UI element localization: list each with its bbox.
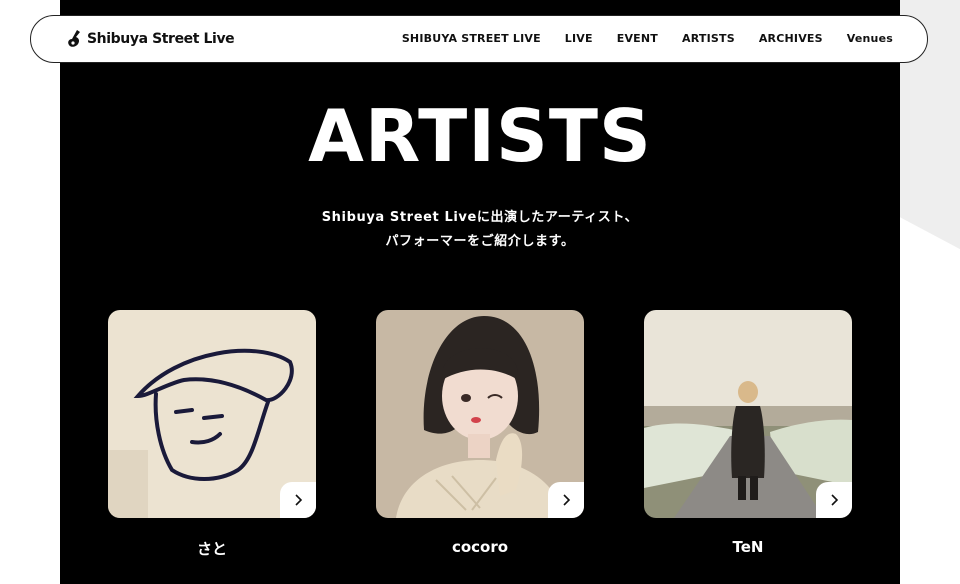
main-content: ARTISTS Shibuya Street Liveに出演したアーティスト、 … xyxy=(60,0,900,584)
artist-card-cocoro[interactable]: cocoro xyxy=(376,310,584,556)
artist-thumbnail[interactable] xyxy=(108,310,316,518)
nav-archives[interactable]: ARCHIVES xyxy=(759,32,823,45)
chevron-right-icon xyxy=(295,494,303,506)
logo-text: Shibuya Street Live xyxy=(87,31,235,47)
intro-line-2: パフォーマーをご紹介します。 xyxy=(385,234,575,249)
open-artist-button[interactable] xyxy=(280,482,316,518)
nav-shibuya-street-live[interactable]: SHIBUYA STREET LIVE xyxy=(402,32,541,45)
artist-name[interactable]: cocoro xyxy=(376,538,584,556)
intro-text: Shibuya Street Liveに出演したアーティスト、 パフォーマーをご… xyxy=(60,206,900,254)
site-header: Shibuya Street Live SHIBUYA STREET LIVE … xyxy=(30,15,928,63)
artist-thumbnail[interactable] xyxy=(644,310,852,518)
open-artist-button[interactable] xyxy=(816,482,852,518)
artist-thumbnail[interactable] xyxy=(376,310,584,518)
artist-card-sato[interactable]: さと xyxy=(108,310,316,559)
nav-live[interactable]: LIVE xyxy=(565,32,593,45)
guitar-logo-icon xyxy=(68,30,80,47)
nav-venues[interactable]: Venues xyxy=(847,32,893,45)
artist-card-ten[interactable]: TeN xyxy=(644,310,852,556)
artist-name[interactable]: TeN xyxy=(644,538,852,556)
chevron-right-icon xyxy=(563,494,571,506)
intro-line-1: Shibuya Street Liveに出演したアーティスト、 xyxy=(321,210,639,225)
artist-name[interactable]: さと xyxy=(108,538,316,559)
open-artist-button[interactable] xyxy=(548,482,584,518)
nav-event[interactable]: EVENT xyxy=(617,32,658,45)
nav-artists[interactable]: ARTISTS xyxy=(682,32,735,45)
main-nav: SHIBUYA STREET LIVE LIVE EVENT ARTISTS A… xyxy=(402,32,893,45)
site-logo[interactable]: Shibuya Street Live xyxy=(67,29,235,49)
chevron-right-icon xyxy=(831,494,839,506)
page-title: ARTISTS xyxy=(308,94,652,178)
